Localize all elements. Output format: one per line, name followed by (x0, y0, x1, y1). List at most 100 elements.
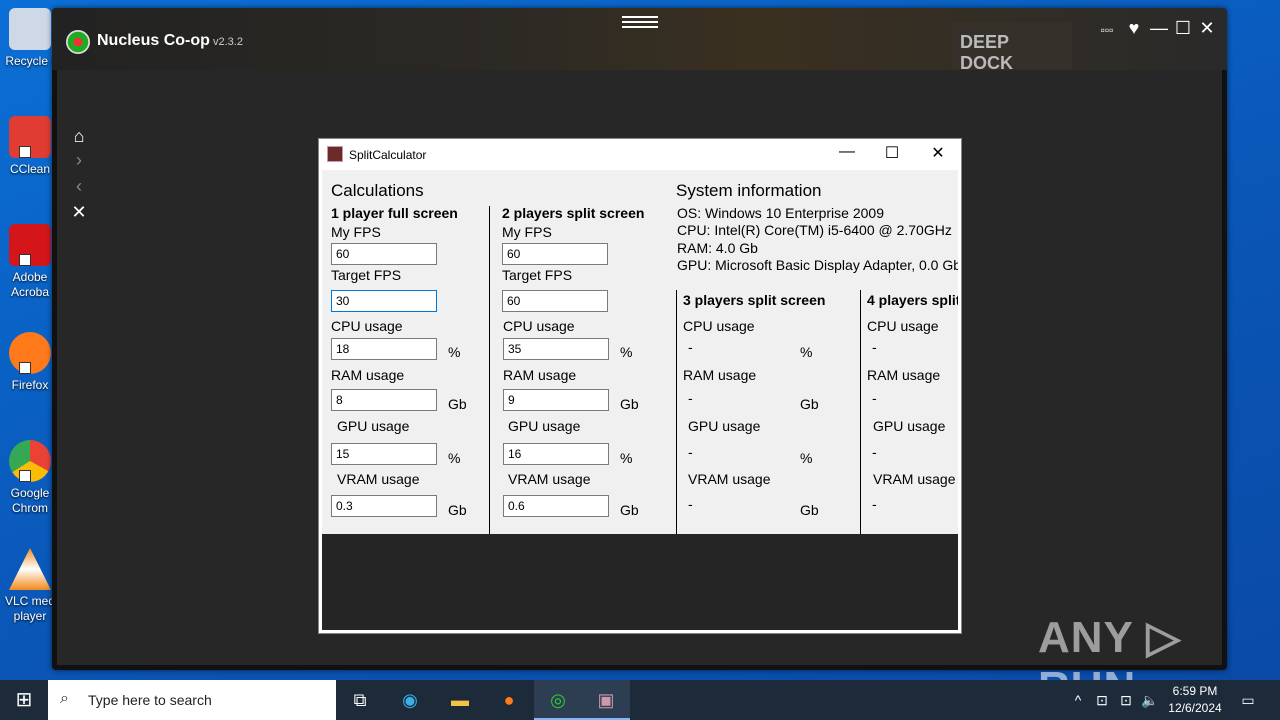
system-os: OS: Windows 10 Enterprise 2009 (677, 205, 884, 221)
desktop-icon-firefox[interactable]: Firefox (0, 332, 60, 393)
calc-unrendered-area (322, 534, 958, 630)
system-gpu: GPU: Microsoft Basic Display Adapter, 0.… (677, 257, 958, 273)
taskbar-search-box[interactable]: ⌕ Type here to search (48, 680, 336, 720)
col1-target-fps-input[interactable]: 30 (331, 290, 437, 312)
col1-vram-label: VRAM usage (337, 471, 420, 487)
show-hidden-icons-chevron-icon[interactable]: ^ (1068, 680, 1088, 720)
desktop-icon-ccleaner[interactable]: CClean (0, 116, 60, 177)
calc-maximize-button[interactable]: ☐ (882, 143, 902, 163)
column-divider (860, 290, 861, 534)
network-icon[interactable]: ⊡ (1092, 680, 1112, 720)
col3-ram-value: - (688, 390, 693, 406)
task-view-icon[interactable]: ⧉ (336, 680, 384, 720)
nucleus-coop-icon[interactable]: ◎ (534, 680, 582, 720)
col1-vram-input[interactable]: 0.3 (331, 495, 437, 517)
col4-cpu-label: CPU usage (867, 318, 939, 334)
desktop-icon-recycle-bin[interactable]: Recycle I (0, 8, 60, 69)
hamburger-menu-icon[interactable] (622, 16, 658, 28)
system-cpu: CPU: Intel(R) Core(TM) i5-6400 @ 2.70GHz (677, 222, 952, 238)
col2-ram-unit: Gb (620, 396, 639, 412)
search-placeholder: Type here to search (88, 692, 212, 708)
col3-ram-unit: Gb (800, 396, 819, 412)
edge-icon[interactable]: ◉ (386, 680, 434, 720)
firefox-icon[interactable]: ● (485, 680, 533, 720)
volume-icon[interactable]: 🔈 (1140, 680, 1160, 720)
close-button[interactable]: ✕ (1195, 18, 1219, 39)
start-button[interactable]: ⊞ (0, 680, 48, 720)
col2-gpu-input[interactable]: 16 (503, 443, 609, 465)
col1-cpu-unit: % (448, 344, 461, 360)
recycle-bin-icon (9, 8, 51, 50)
clock-date: 12/6/2024 (1168, 701, 1222, 715)
system-info-heading: System information (676, 181, 822, 200)
calc-title-bar[interactable]: SplitCalculator — ☐ ✕ (319, 139, 961, 169)
app-version: v2.3.2 (213, 36, 243, 48)
donate-icon[interactable]: ♥ (1122, 18, 1146, 39)
col1-ram-input[interactable]: 8 (331, 389, 437, 411)
col1-gpu-label: GPU usage (337, 418, 410, 434)
col2-gpu-unit: % (620, 450, 633, 466)
col3-gpu-label: GPU usage (688, 418, 761, 434)
notification-icon[interactable]: ▭ (1236, 680, 1260, 720)
column-divider (489, 206, 490, 534)
col2-my-fps-label: My FPS (502, 224, 552, 240)
col2-vram-label: VRAM usage (508, 471, 591, 487)
calc-minimize-button[interactable]: — (837, 143, 857, 161)
col1-cpu-input[interactable]: 18 (331, 338, 437, 360)
col3-gpu-unit: % (800, 450, 813, 466)
home-icon[interactable]: ⌂ (67, 126, 91, 147)
ccleaner-icon (9, 116, 51, 158)
col1-my-fps-label: My FPS (331, 224, 381, 240)
chrome-icon (9, 440, 51, 482)
forward-icon[interactable]: › (67, 150, 91, 171)
col4-ram-value: - (872, 390, 877, 406)
minimize-button[interactable]: — (1147, 18, 1171, 39)
col3-vram-value: - (688, 496, 693, 512)
desktop-icon-label: CClean (9, 162, 51, 176)
firefox-icon (9, 332, 51, 374)
desktop-icon-chrome[interactable]: Google Chrom (0, 440, 60, 516)
col4-vram-label: VRAM usage (873, 471, 956, 487)
col3-vram-label: VRAM usage (688, 471, 771, 487)
desktop-icon-label: Recycle I (5, 54, 55, 68)
desktop-icon-adobe-acrobat[interactable]: Adobe Acroba (0, 224, 60, 300)
system-ram: RAM: 4.0 Gb (677, 240, 758, 256)
splitcalculator-icon[interactable]: ▣ (582, 680, 630, 720)
nucleus-title-bar[interactable]: Nucleus Co-op v2.3.2 DEEP DOCK ▫▫▫ ♥ — ☐… (52, 8, 1227, 73)
col4-vram-value: - (872, 496, 877, 512)
calc-client-area: Calculations System information OS: Wind… (322, 170, 958, 534)
column-divider (676, 290, 677, 534)
col3-gpu-value: - (688, 444, 693, 460)
col1-ram-unit: Gb (448, 396, 467, 412)
close-panel-icon[interactable]: ✕ (67, 202, 91, 223)
calc-window-title: SplitCalculator (349, 148, 427, 162)
col2-ram-label: RAM usage (503, 367, 577, 383)
desktop-icon-vlc[interactable]: VLC med player (0, 548, 60, 624)
col4-heading: 4 players split screen (867, 292, 958, 308)
col3-cpu-value: - (688, 339, 693, 355)
col2-target-fps-label: Target FPS (502, 267, 573, 283)
col1-gpu-input[interactable]: 15 (331, 443, 437, 465)
desktop-icon-label: Firefox (11, 378, 49, 392)
taskbar-clock[interactable]: 6:59 PM 12/6/2024 (1160, 683, 1230, 717)
app-title: Nucleus Co-op (97, 32, 210, 49)
col2-my-fps-input[interactable]: 60 (502, 243, 608, 265)
col1-my-fps-input[interactable]: 60 (331, 243, 437, 265)
maximize-button[interactable]: ☐ (1171, 18, 1195, 39)
col1-target-fps-label: Target FPS (331, 267, 402, 283)
col2-vram-input[interactable]: 0.6 (503, 495, 609, 517)
col2-target-fps-input[interactable]: 60 (502, 290, 608, 312)
calc-close-button[interactable]: ✕ (928, 143, 948, 163)
back-icon[interactable]: ‹ (67, 176, 91, 197)
ethernet-icon[interactable]: ⊡ (1116, 680, 1136, 720)
col2-cpu-input[interactable]: 35 (503, 338, 609, 360)
adobe-acrobat-icon (9, 224, 51, 266)
calculations-heading: Calculations (331, 181, 424, 200)
col2-ram-input[interactable]: 9 (503, 389, 609, 411)
file-explorer-icon[interactable]: ▬ (436, 680, 484, 720)
search-icon: ⌕ (60, 690, 69, 707)
extra-options-icon[interactable]: ▫▫▫ (1095, 23, 1119, 37)
col4-gpu-label: GPU usage (873, 418, 946, 434)
desktop-icon-label: Google Chrom (10, 486, 50, 515)
col1-vram-unit: Gb (448, 502, 467, 518)
